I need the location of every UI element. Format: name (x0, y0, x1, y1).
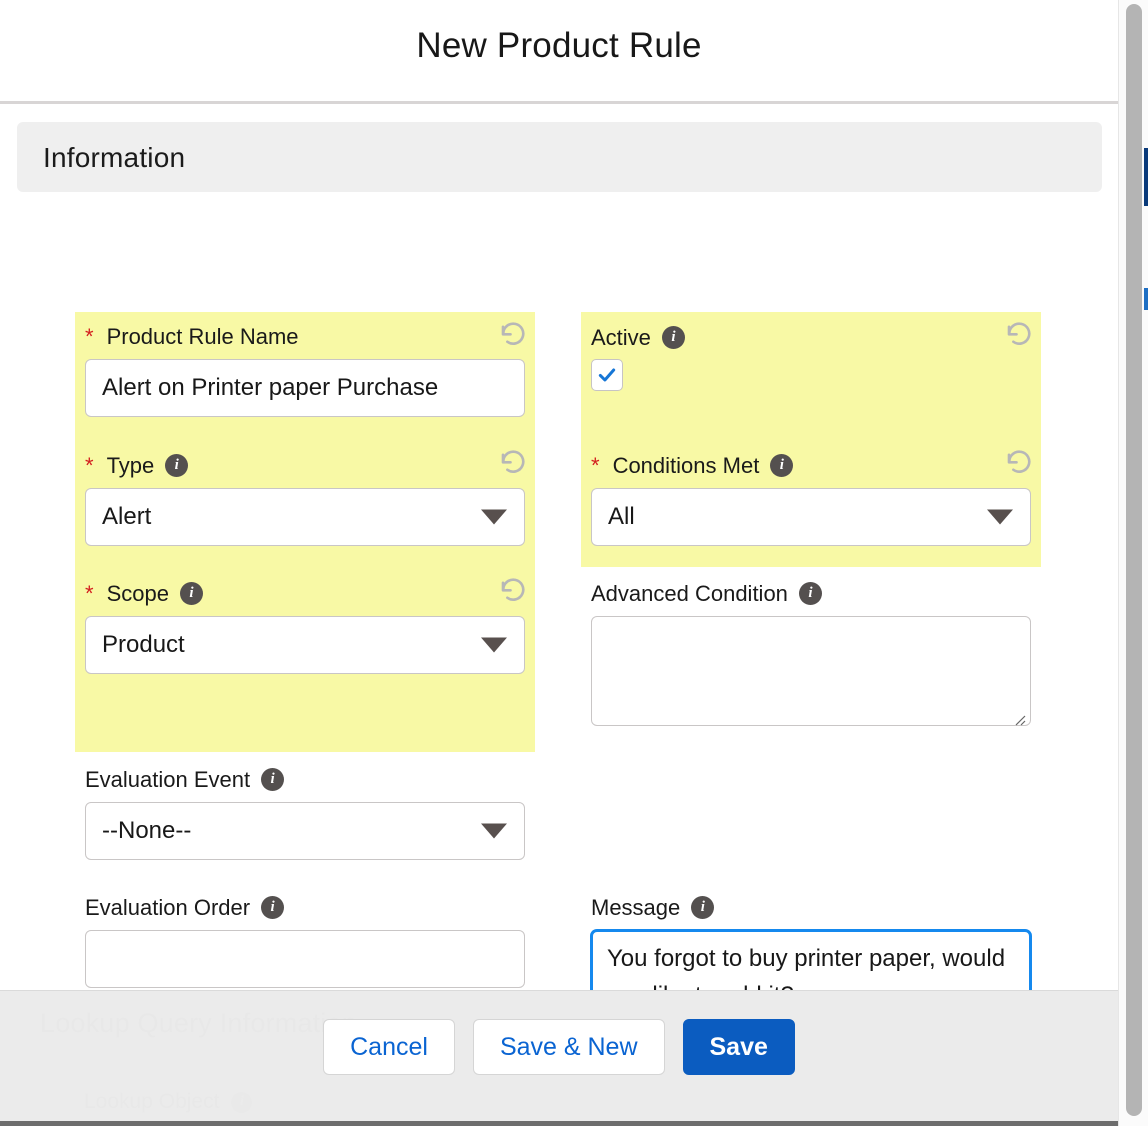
section-header-label: Information (43, 142, 186, 173)
advanced-condition-wrap (591, 605, 1031, 731)
field-product-rule-name: * Product Rule Name (85, 322, 525, 417)
field-scope: * Scope i Product (85, 578, 525, 674)
evaluation-event-select[interactable]: --None-- (85, 802, 525, 860)
field-label-product-rule-name: * Product Rule Name (85, 326, 525, 348)
advanced-condition-textarea[interactable] (591, 616, 1031, 726)
required-indicator: * (85, 580, 94, 606)
required-indicator: * (85, 452, 94, 478)
type-select-value[interactable]: Alert (85, 488, 525, 546)
active-checkbox[interactable] (591, 359, 623, 391)
info-icon[interactable]: i (179, 582, 203, 605)
undo-icon[interactable] (498, 318, 528, 348)
undo-icon[interactable] (1004, 318, 1034, 348)
scrollbar-thumb[interactable] (1126, 4, 1142, 1116)
undo-icon[interactable] (498, 574, 528, 604)
label-text: Conditions Met (612, 452, 760, 478)
field-evaluation-order: Evaluation Order i (85, 896, 525, 988)
modal-header: New Product Rule (0, 0, 1118, 104)
save-button[interactable]: Save (682, 1019, 795, 1075)
info-icon[interactable]: i (261, 896, 285, 919)
undo-icon[interactable] (1004, 446, 1034, 476)
info-icon[interactable]: i (661, 326, 685, 349)
background-edge-accent (1144, 148, 1148, 206)
scope-select[interactable]: Product (85, 616, 525, 674)
label-text: Evaluation Order (85, 894, 251, 920)
modal-footer: Cancel Save & New Save (0, 990, 1118, 1126)
required-indicator: * (591, 452, 600, 478)
field-label-active: Active i (591, 326, 685, 349)
new-product-rule-modal: New Product Rule Information * Product R… (0, 0, 1118, 990)
app-screen: Lookup Query Information Lookup Object i… (0, 0, 1148, 1126)
field-label-evaluation-order: Evaluation Order i (85, 896, 525, 919)
label-text: Evaluation Event (85, 766, 251, 792)
field-evaluation-event: Evaluation Event i --None-- (85, 768, 525, 860)
info-icon[interactable]: i (691, 896, 715, 919)
field-active: Active i (591, 322, 1031, 391)
field-label-evaluation-event: Evaluation Event i (85, 768, 525, 791)
message-wrap (591, 919, 1031, 990)
field-label-message: Message i (591, 896, 1031, 919)
field-label-conditions-met: * Conditions Met i (591, 454, 1031, 477)
label-text: Advanced Condition (591, 580, 788, 606)
info-icon[interactable]: i (165, 454, 189, 477)
footer-button-group: Cancel Save & New Save (0, 1019, 1118, 1075)
message-textarea[interactable] (591, 930, 1031, 990)
conditions-met-select[interactable]: All (591, 488, 1031, 546)
background-edge-accent (1144, 288, 1148, 310)
type-select[interactable]: Alert (85, 488, 525, 546)
page-title: New Product Rule (416, 26, 702, 65)
evaluation-event-select-value[interactable]: --None-- (85, 802, 525, 860)
label-text: Active (591, 324, 651, 350)
section-header-information: Information (17, 122, 1102, 192)
field-label-scope: * Scope i (85, 582, 525, 605)
label-text: Type (106, 452, 155, 478)
info-icon[interactable]: i (798, 582, 822, 605)
scope-select-value[interactable]: Product (85, 616, 525, 674)
field-conditions-met: * Conditions Met i All (591, 450, 1031, 546)
label-text: Product Rule Name (106, 324, 299, 349)
required-indicator: * (85, 324, 94, 349)
field-advanced-condition: Advanced Condition i (591, 582, 1031, 731)
cancel-button[interactable]: Cancel (323, 1019, 455, 1075)
undo-icon[interactable] (498, 446, 528, 476)
info-icon[interactable]: i (770, 454, 794, 477)
label-text: Scope (106, 580, 169, 606)
info-icon[interactable]: i (261, 768, 285, 791)
product-rule-name-input[interactable] (85, 359, 525, 417)
conditions-met-select-value[interactable]: All (591, 488, 1031, 546)
footer-bottom-edge (0, 1121, 1118, 1126)
field-label-type: * Type i (85, 454, 525, 477)
field-type: * Type i Alert (85, 450, 525, 546)
field-message: Message i (591, 896, 1031, 990)
label-text: Message (591, 894, 681, 920)
save-and-new-button[interactable]: Save & New (472, 1019, 665, 1075)
field-label-advanced-condition: Advanced Condition i (591, 582, 1031, 605)
evaluation-order-input[interactable] (85, 930, 525, 988)
modal-body: Information * Product Rule Name Alert on… (0, 104, 1118, 990)
